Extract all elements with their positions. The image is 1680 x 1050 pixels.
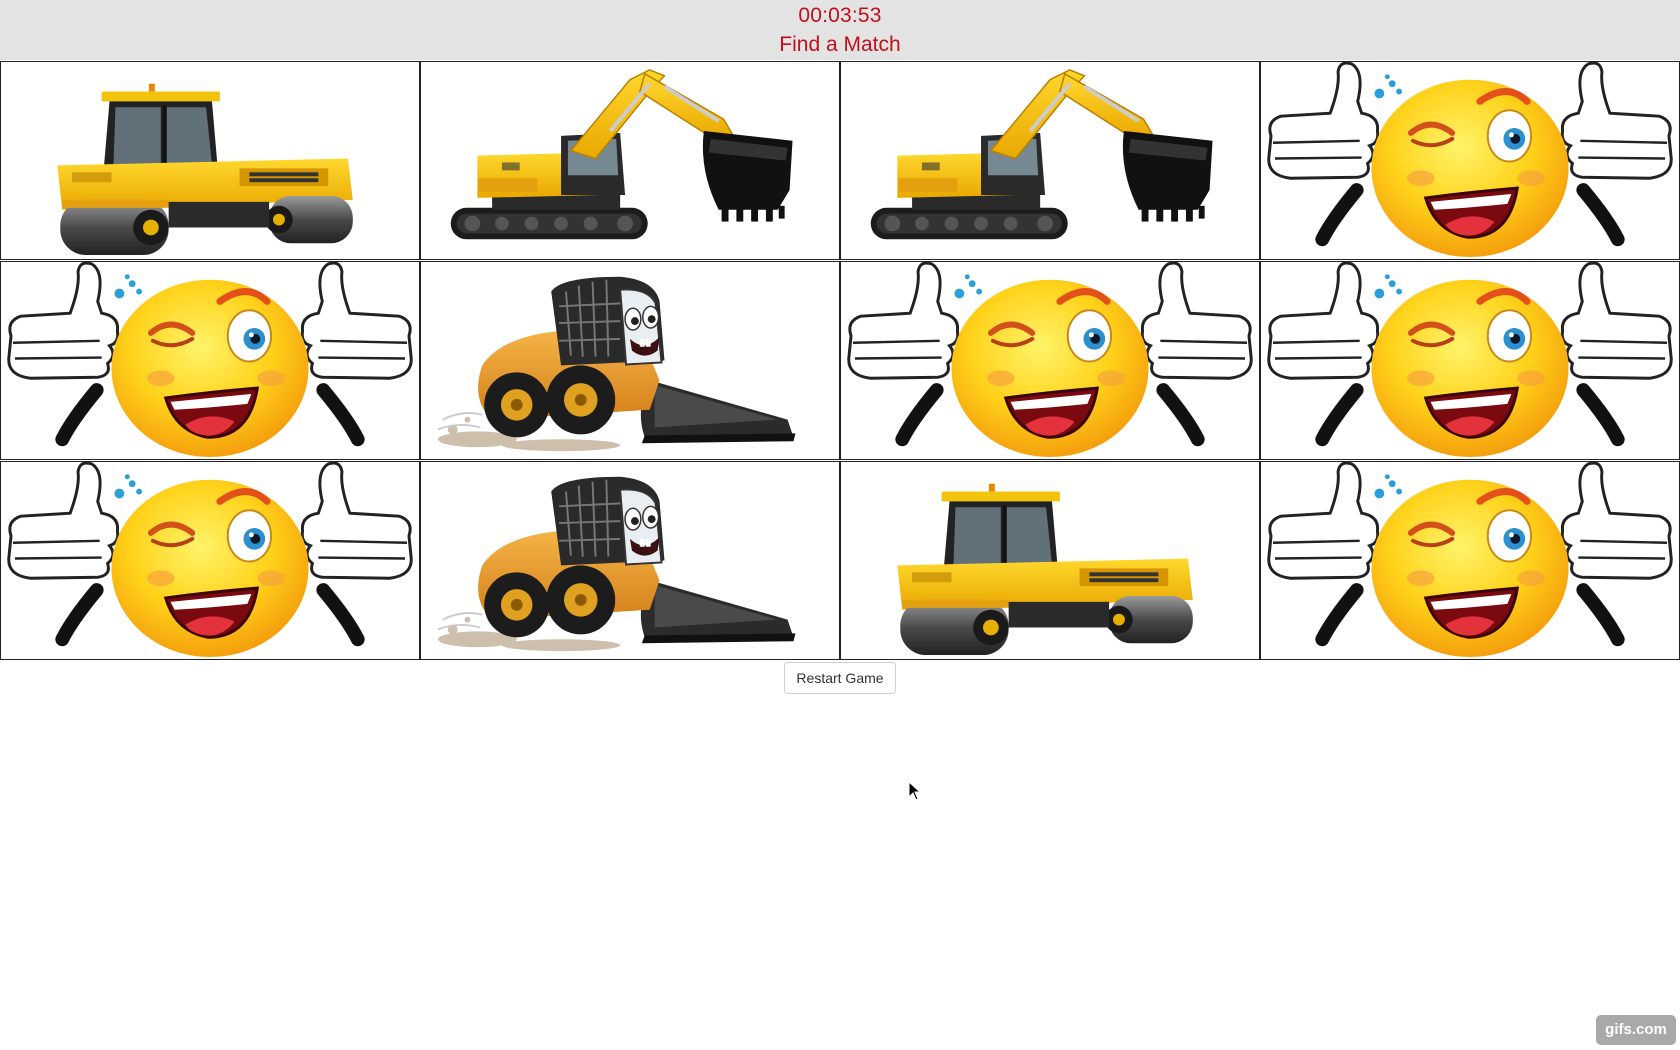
memory-card[interactable] xyxy=(840,461,1260,660)
memory-card[interactable] xyxy=(0,461,420,660)
memory-card[interactable] xyxy=(420,61,840,260)
card-grid xyxy=(0,61,1680,661)
memory-card[interactable] xyxy=(420,261,840,460)
winking-smiley-thumbs-up-icon xyxy=(1261,262,1679,459)
winking-smiley-thumbs-up-icon xyxy=(841,262,1259,459)
memory-card[interactable] xyxy=(0,261,420,460)
mouse-pointer-icon xyxy=(908,781,922,801)
watermark: gifs.com xyxy=(1596,1015,1676,1045)
road-roller-icon xyxy=(897,483,1193,656)
restart-game-button[interactable]: Restart Game xyxy=(784,662,896,694)
game-instruction: Find a Match xyxy=(779,33,901,56)
game-timer: 00:03:53 xyxy=(798,4,882,27)
road-roller-icon xyxy=(57,83,353,256)
cartoon-skid-steer-loader-icon xyxy=(436,275,797,453)
memory-card[interactable] xyxy=(840,61,1260,260)
cartoon-skid-steer-loader-icon xyxy=(436,475,797,653)
memory-card[interactable] xyxy=(1260,261,1680,460)
excavator-icon xyxy=(448,67,795,242)
memory-card[interactable] xyxy=(0,61,420,260)
memory-card[interactable] xyxy=(840,261,1260,460)
winking-smiley-thumbs-up-icon xyxy=(1,262,419,459)
excavator-icon xyxy=(868,67,1215,242)
memory-card[interactable] xyxy=(1260,461,1680,660)
game-header: 00:03:53 Find a Match xyxy=(0,0,1680,60)
memory-card[interactable] xyxy=(420,461,840,660)
memory-card[interactable] xyxy=(1260,61,1680,260)
winking-smiley-thumbs-up-icon xyxy=(1,462,419,659)
winking-smiley-thumbs-up-icon xyxy=(1261,62,1679,259)
winking-smiley-thumbs-up-icon xyxy=(1261,462,1679,659)
